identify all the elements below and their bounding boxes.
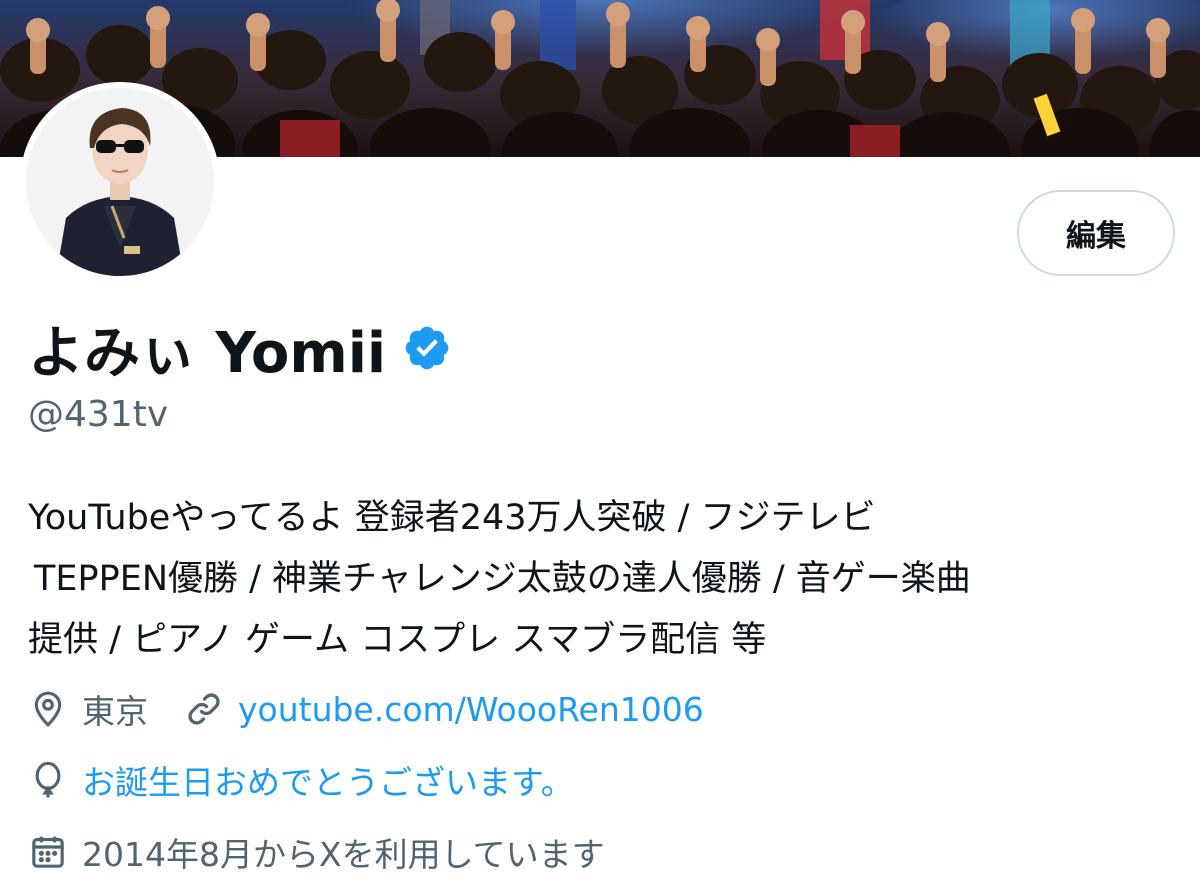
bio: YouTubeやってるよ 登録者243万人突破 / フジテレビ TEPPEN優勝… — [28, 488, 1178, 671]
birthday-greeting[interactable]: お誕生日おめでとうございます。 — [82, 756, 574, 804]
display-name: よみぃ Yomii — [28, 320, 387, 386]
bio-line: 提供 / ピアノ ゲーム コスプレ スマブラ配信 等 — [28, 620, 767, 660]
link-icon — [184, 689, 224, 729]
bio-line: TEPPEN優勝 / 神業チャレンジ太鼓の達人優勝 / 音ゲー楽曲 — [34, 559, 971, 599]
bio-line: YouTubeやってるよ 登録者243万人突破 / フジテレビ — [28, 498, 876, 538]
avatar-image — [26, 88, 214, 276]
user-handle: @431tv — [28, 394, 169, 435]
name-row: よみぃ Yomii — [28, 310, 452, 386]
profile-meta-row: 東京 youtube.com/WoooRen1006 — [28, 684, 704, 734]
profile-page: 編集 よみぃ Yomii @431tv YouTubeやってるよ 登録者243万… — [0, 0, 1200, 892]
website-link[interactable]: youtube.com/WoooRen1006 — [238, 690, 704, 729]
joined-date-text: 2014年8月からXを利用しています — [82, 835, 605, 874]
edit-profile-button[interactable]: 編集 — [1017, 190, 1175, 276]
avatar[interactable] — [20, 82, 220, 282]
profile-meta-row: 2014年8月からXを利用しています — [28, 826, 605, 878]
location-text: 東京 — [82, 692, 148, 731]
calendar-icon — [28, 832, 68, 872]
balloon-icon — [28, 760, 68, 800]
verified-badge-icon[interactable] — [402, 323, 452, 373]
profile-meta-row: お誕生日おめでとうございます。 — [28, 752, 574, 808]
map-pin-icon — [28, 689, 68, 729]
